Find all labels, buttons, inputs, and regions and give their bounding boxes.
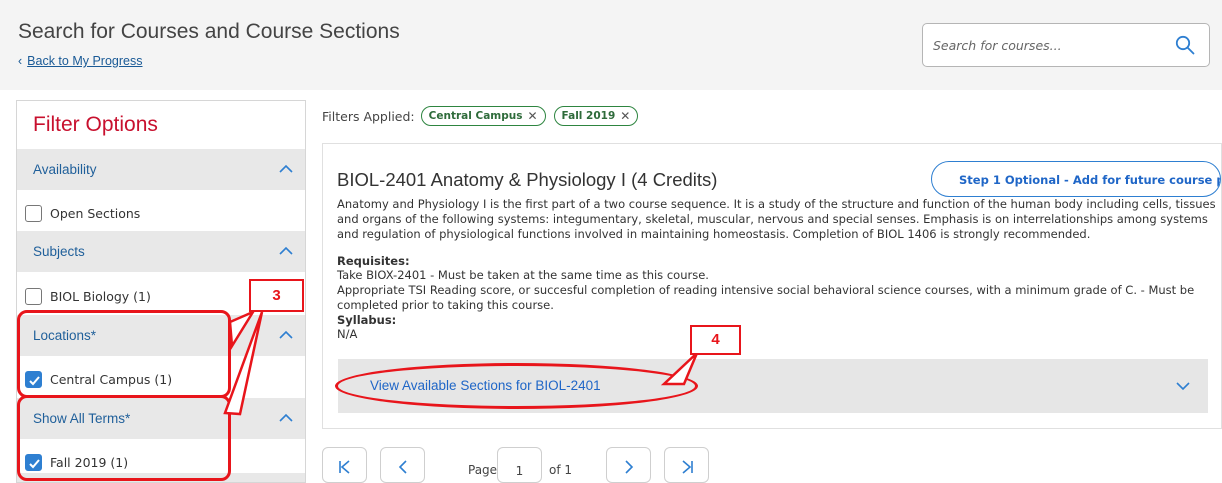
availability-group-header[interactable]: Availability xyxy=(17,149,305,190)
annotation-callout-4: 4 xyxy=(690,325,741,355)
course-title: BIOL-2401 Anatomy & Physiology I (4 Cred… xyxy=(337,169,718,190)
page-title: Search for Courses and Course Sections xyxy=(18,20,400,43)
requisite-item: Take BIOX-2401 - Must be taken at the sa… xyxy=(337,268,709,282)
requisite-item: Appropriate TSI Reading score, or succes… xyxy=(337,283,1195,312)
course-description: Anatomy and Physiology I is the first pa… xyxy=(337,197,1216,241)
last-page-icon xyxy=(682,460,693,474)
chevron-right-icon xyxy=(625,460,634,474)
first-page-icon xyxy=(339,460,350,474)
close-icon[interactable]: ✕ xyxy=(620,109,630,123)
first-page-button[interactable] xyxy=(322,447,367,483)
back-to-progress-link[interactable]: ‹ Back to My Progress xyxy=(18,54,143,68)
group-label: Subjects xyxy=(33,244,85,259)
chevron-up-icon xyxy=(279,330,293,339)
previous-page-button[interactable] xyxy=(380,447,425,483)
checkbox[interactable] xyxy=(25,204,42,222)
filter-chip-fall-2019[interactable]: Fall 2019 ✕ xyxy=(553,106,639,126)
checkbox[interactable] xyxy=(25,287,42,305)
chevron-left-icon xyxy=(398,460,407,474)
chevron-down-icon[interactable] xyxy=(1176,381,1190,391)
course-search-box[interactable] xyxy=(922,23,1210,67)
open-sections-option[interactable]: Open Sections xyxy=(25,202,140,224)
annotation-box-terms xyxy=(17,395,231,481)
option-label: Open Sections xyxy=(50,205,141,221)
add-to-plan-label: Step 1 Optional - Add for future course … xyxy=(959,173,1221,187)
search-icon[interactable] xyxy=(1175,35,1195,55)
group-label: Availability xyxy=(33,162,97,177)
filters-applied: Filters Applied: Central Campus ✕ Fall 2… xyxy=(322,106,646,126)
annotation-box-locations xyxy=(17,310,231,398)
chip-label: Fall 2019 xyxy=(561,110,616,122)
syllabus-value: N/A xyxy=(337,327,358,341)
pagination: Page 1 of 1 xyxy=(322,447,722,483)
current-page: 1 xyxy=(515,464,524,478)
page-header: Search for Courses and Course Sections ‹… xyxy=(0,0,1222,90)
next-page-button[interactable] xyxy=(606,447,651,483)
chevron-up-icon xyxy=(279,246,293,255)
last-page-button[interactable] xyxy=(664,447,709,483)
page-count: of 1 xyxy=(549,463,573,477)
page-label: Page xyxy=(468,463,498,477)
option-label: BIOL Biology (1) xyxy=(50,288,151,304)
syllabus-heading: Syllabus: xyxy=(337,313,397,327)
back-link-label: Back to My Progress xyxy=(27,54,143,68)
subjects-group-header[interactable]: Subjects xyxy=(17,231,305,272)
requisites-heading: Requisites: xyxy=(337,254,410,268)
page-number-input[interactable]: 1 xyxy=(497,447,542,483)
filter-chip-central-campus[interactable]: Central Campus ✕ xyxy=(420,106,546,126)
filters-applied-label: Filters Applied: xyxy=(322,108,415,124)
chip-label: Central Campus xyxy=(428,110,523,122)
annotation-callout-3: 3 xyxy=(249,279,304,312)
chevron-up-icon xyxy=(279,164,293,173)
biol-biology-option[interactable]: BIOL Biology (1) xyxy=(25,285,151,307)
filter-options-title: Filter Options xyxy=(33,113,158,136)
chevron-up-icon xyxy=(279,413,293,422)
annotation-ellipse-sections xyxy=(335,363,698,409)
search-input[interactable] xyxy=(933,35,1163,55)
close-icon[interactable]: ✕ xyxy=(527,109,537,123)
add-to-plan-button[interactable]: Step 1 Optional - Add for future course … xyxy=(931,161,1221,197)
chevron-left-icon: ‹ xyxy=(18,54,23,68)
